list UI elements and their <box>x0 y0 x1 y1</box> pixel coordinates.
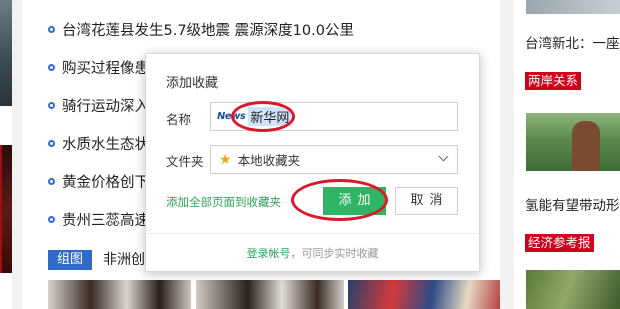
right-headline[interactable]: 台湾新北：一座 <box>525 32 620 52</box>
bullet-icon <box>48 139 55 147</box>
category-tag[interactable]: 经济参考报 <box>525 234 594 252</box>
left-photo[interactable] <box>0 0 12 106</box>
add-bookmark-dialog: 添加收藏 名称 News 新华网 文件夹 ★ 本地收藏夹 添加全部页面到收藏夹 … <box>145 53 480 272</box>
chevron-down-icon[interactable] <box>438 151 449 162</box>
annotation-circle <box>291 179 388 221</box>
star-icon: ★ <box>219 151 232 168</box>
right-headline[interactable]: 氢能有望带动形 <box>525 194 620 214</box>
bullet-icon <box>48 63 55 71</box>
gallery-thumbnail[interactable] <box>48 280 191 309</box>
news-item-text[interactable]: 台湾花莲县发生5.7级地震 震源深度10.0公里 <box>62 19 354 40</box>
news-item[interactable]: 水质水生态状 <box>48 131 149 155</box>
left-photo[interactable] <box>0 145 12 273</box>
news-item[interactable]: 贵州三蕊高速 <box>48 207 149 231</box>
gallery-caption[interactable]: 非洲创 <box>103 250 145 270</box>
bullet-icon <box>48 177 55 185</box>
add-all-pages-link[interactable]: 添加全部页面到收藏夹 <box>166 194 281 210</box>
bullet-icon <box>48 25 55 33</box>
dialog-title: 添加收藏 <box>166 76 219 91</box>
category-tag[interactable]: 两岸关系 <box>525 72 582 90</box>
bullet-icon <box>48 215 55 223</box>
news-item-text[interactable]: 贵州三蕊高速 <box>62 209 149 230</box>
left-column-strip <box>0 0 12 309</box>
news-item-text[interactable]: 水质水生态状 <box>62 133 149 154</box>
gallery-tag[interactable]: 组图 <box>48 250 93 270</box>
news-item[interactable]: 台湾花莲县发生5.7级地震 震源深度10.0公里 <box>48 17 354 41</box>
right-photo[interactable] <box>526 270 620 309</box>
news-item[interactable]: 黄金价格创下 <box>48 169 149 193</box>
right-column: 台湾新北：一座 两岸关系 氢能有望带动形 经济参考报 <box>514 0 620 309</box>
bullet-icon <box>48 101 55 109</box>
news-item-text[interactable]: 黄金价格创下 <box>62 171 149 192</box>
right-photo[interactable] <box>526 113 620 171</box>
gallery-thumbnail[interactable] <box>348 280 500 309</box>
folder-select-value: 本地收藏夹 <box>237 153 301 168</box>
right-photo[interactable] <box>526 0 620 14</box>
news-item-text[interactable]: 购买过程像患 <box>62 57 149 78</box>
folder-label: 文件夹 <box>166 154 204 169</box>
sync-hint-text: ，可同步实时收藏 <box>290 246 379 260</box>
news-item-text[interactable]: 骑行运动深入 <box>62 95 149 116</box>
cancel-button[interactable]: 取消 <box>395 187 458 215</box>
news-item[interactable]: 购买过程像患 <box>48 55 149 79</box>
dialog-footer: 登录帐号 ，可同步实时收藏 <box>146 233 479 271</box>
name-label: 名称 <box>166 112 192 127</box>
annotation-circle <box>231 101 295 132</box>
gallery-thumbnail[interactable] <box>196 280 344 309</box>
login-account-link[interactable]: 登录帐号 <box>247 245 291 261</box>
news-item[interactable]: 骑行运动深入 <box>48 93 149 117</box>
folder-select[interactable]: ★ 本地收藏夹 <box>210 145 458 174</box>
